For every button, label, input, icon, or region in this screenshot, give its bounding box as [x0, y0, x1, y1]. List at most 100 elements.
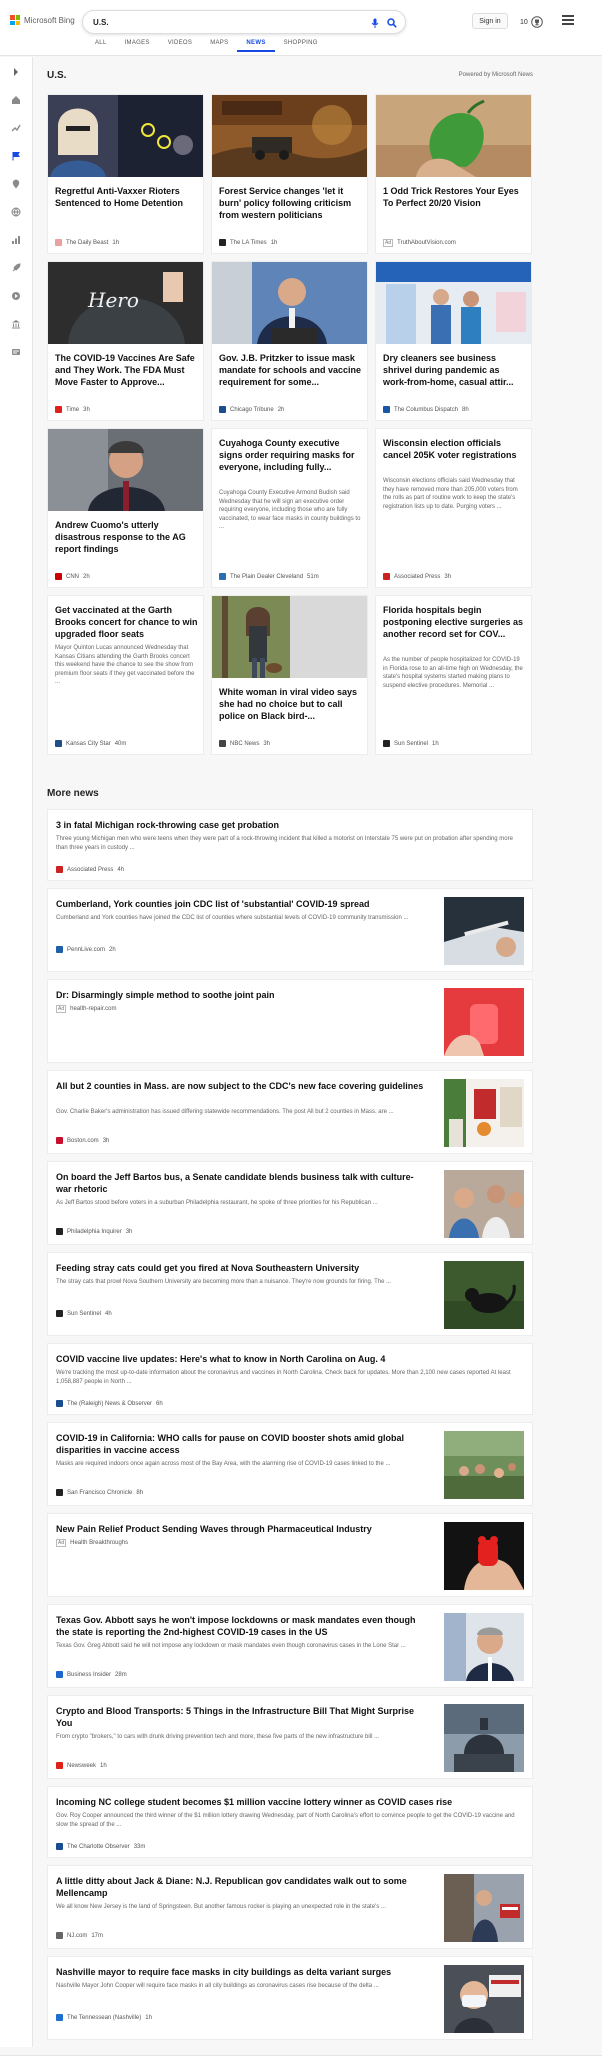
news-headline[interactable]: A little ditty about Jack & Diane: N.J. …	[56, 1875, 426, 1899]
news-headline[interactable]: Forest Service changes 'let it burn' pol…	[219, 185, 362, 221]
news-headline[interactable]: Crypto and Blood Transports: 5 Things in…	[56, 1705, 426, 1729]
news-headline[interactable]: Incoming NC college student becomes $1 m…	[56, 1796, 524, 1808]
news-source[interactable]: Newsweek 1h	[56, 1762, 107, 1769]
more-news-item[interactable]: Cumberland, York counties join CDC list …	[47, 888, 533, 972]
news-image[interactable]	[444, 1965, 524, 2033]
ad-headline[interactable]: New Pain Relief Product Sending Waves th…	[56, 1523, 426, 1535]
news-headline[interactable]: Florida hospitals begin postponing elect…	[383, 604, 526, 640]
news-image[interactable]	[444, 1874, 524, 1942]
politics-building-icon[interactable]	[11, 319, 21, 329]
tab-news[interactable]: NEWS	[237, 40, 275, 52]
technology-rocket-icon[interactable]	[11, 263, 21, 273]
news-image[interactable]	[212, 95, 367, 177]
ad-image[interactable]	[444, 1522, 524, 1590]
more-news-item[interactable]: Nashville mayor to require face masks in…	[47, 1956, 533, 2040]
news-source[interactable]: Associated Press 4h	[56, 866, 124, 873]
news-image[interactable]	[444, 1431, 524, 1499]
news-source[interactable]: The Daily Beast 1h	[55, 239, 119, 246]
news-headline[interactable]: The COVID-19 Vaccines Are Safe and They …	[55, 352, 198, 388]
expand-sidebar-icon[interactable]	[11, 67, 21, 77]
news-source[interactable]: Kansas City Star 40m	[55, 740, 126, 747]
more-topics-icon[interactable]	[11, 347, 21, 357]
microphone-icon[interactable]	[368, 16, 381, 29]
more-news-item[interactable]: A little ditty about Jack & Diane: N.J. …	[47, 1865, 533, 1949]
ad-image[interactable]	[376, 95, 531, 177]
news-headline[interactable]: Dry cleaners see business shrivel during…	[383, 352, 526, 388]
more-news-item[interactable]: Crypto and Blood Transports: 5 Things in…	[47, 1695, 533, 1779]
news-image[interactable]	[444, 1079, 524, 1147]
news-headline[interactable]: Get vaccinated at the Garth Brooks conce…	[55, 604, 198, 640]
location-pin-icon[interactable]	[11, 179, 21, 189]
news-source[interactable]: NBC News 3h	[219, 740, 270, 747]
trending-icon[interactable]	[11, 123, 21, 133]
more-news-item[interactable]: All but 2 counties in Mass. are now subj…	[47, 1070, 533, 1154]
bing-logo[interactable]: Microsoft Bing	[10, 15, 75, 25]
tab-maps[interactable]: MAPS	[201, 40, 237, 52]
news-headline[interactable]: Feeding stray cats could get you fired a…	[56, 1262, 426, 1274]
news-headline[interactable]: Wisconsin election officials cancel 205K…	[383, 437, 526, 461]
news-source[interactable]: San Francisco Chronicle 8h	[56, 1489, 143, 1496]
us-news-flag-icon[interactable]	[11, 151, 21, 161]
search-box[interactable]	[82, 10, 406, 34]
news-source[interactable]: The Columbus Dispatch 8h	[383, 406, 469, 413]
news-image[interactable]	[444, 1704, 524, 1772]
business-chart-icon[interactable]	[11, 235, 21, 245]
news-source[interactable]: Associated Press 3h	[383, 573, 451, 580]
search-icon[interactable]	[385, 16, 398, 29]
more-news-item[interactable]: COVID vaccine live updates: Here's what …	[47, 1343, 533, 1415]
tab-images[interactable]: IMAGES	[116, 40, 159, 52]
news-headline[interactable]: Gov. J.B. Pritzker to issue mask mandate…	[219, 352, 362, 388]
news-card[interactable]: White woman in viral video says she had …	[211, 595, 368, 755]
news-card[interactable]: Get vaccinated at the Garth Brooks conce…	[47, 595, 204, 755]
ad-headline[interactable]: Dr: Disarmingly simple method to soothe …	[56, 989, 426, 1001]
news-image[interactable]: Hero	[48, 262, 203, 344]
news-source[interactable]: The Charlotte Observer 33m	[56, 1843, 145, 1850]
more-news-item[interactable]: On board the Jeff Bartos bus, a Senate c…	[47, 1161, 533, 1245]
news-headline[interactable]: Regretful Anti-Vaxxer Rioters Sentenced …	[55, 185, 198, 209]
news-card[interactable]: Florida hospitals begin postponing elect…	[375, 595, 532, 755]
world-globe-icon[interactable]	[11, 207, 21, 217]
news-source[interactable]: The Plain Dealer Cleveland 51m	[219, 573, 319, 580]
ad-source[interactable]: Ad health-repair.com	[56, 1005, 116, 1013]
ad-source[interactable]: Ad Health Breakthroughs	[56, 1539, 128, 1547]
home-icon[interactable]	[11, 95, 21, 105]
rewards-button[interactable]: 10	[520, 16, 543, 28]
news-image[interactable]	[444, 1170, 524, 1238]
news-source[interactable]: Boston.com 3h	[56, 1137, 109, 1144]
news-card[interactable]: Regretful Anti-Vaxxer Rioters Sentenced …	[47, 94, 204, 254]
news-source[interactable]: Sun Sentinel 1h	[383, 740, 439, 747]
ad-source[interactable]: Ad TruthAboutVision.com	[383, 239, 456, 247]
news-card[interactable]: Andrew Cuomo's utterly disastrous respon…	[47, 428, 204, 588]
ad-item[interactable]: New Pain Relief Product Sending Waves th…	[47, 1513, 533, 1597]
news-headline[interactable]: On board the Jeff Bartos bus, a Senate c…	[56, 1171, 426, 1195]
news-image[interactable]	[444, 897, 524, 965]
news-source[interactable]: Chicago Tribune 2h	[219, 406, 284, 413]
news-card[interactable]: Forest Service changes 'let it burn' pol…	[211, 94, 368, 254]
hamburger-menu-icon[interactable]	[562, 15, 574, 25]
news-headline[interactable]: 3 in fatal Michigan rock-throwing case g…	[56, 819, 524, 831]
ad-headline[interactable]: 1 Odd Trick Restores Your Eyes To Perfec…	[383, 185, 526, 209]
news-source[interactable]: Philadelphia Inquirer 3h	[56, 1228, 132, 1235]
news-source[interactable]: The (Raleigh) News & Observer 6h	[56, 1400, 163, 1407]
news-card[interactable]: Wisconsin election officials cancel 205K…	[375, 428, 532, 588]
more-news-item[interactable]: Texas Gov. Abbott says he won't impose l…	[47, 1604, 533, 1688]
news-source[interactable]: NJ.com 17m	[56, 1932, 103, 1939]
news-headline[interactable]: Andrew Cuomo's utterly disastrous respon…	[55, 519, 198, 555]
tab-videos[interactable]: VIDEOS	[159, 40, 201, 52]
news-card[interactable]: Gov. J.B. Pritzker to issue mask mandate…	[211, 261, 368, 421]
news-card[interactable]: Dry cleaners see business shrivel during…	[375, 261, 532, 421]
more-news-item[interactable]: Incoming NC college student becomes $1 m…	[47, 1786, 533, 1858]
news-headline[interactable]: All but 2 counties in Mass. are now subj…	[56, 1080, 426, 1092]
more-news-item[interactable]: 3 in fatal Michigan rock-throwing case g…	[47, 809, 533, 881]
news-source[interactable]: Business Insider 28m	[56, 1671, 127, 1678]
ad-item[interactable]: Dr: Disarmingly simple method to soothe …	[47, 979, 533, 1063]
ad-card[interactable]: 1 Odd Trick Restores Your Eyes To Perfec…	[375, 94, 532, 254]
tab-shopping[interactable]: SHOPPING	[275, 40, 327, 52]
tab-all[interactable]: ALL	[86, 40, 116, 52]
news-headline[interactable]: Cuyahoga County executive signs order re…	[219, 437, 362, 473]
news-headline[interactable]: COVID-19 in California: WHO calls for pa…	[56, 1432, 426, 1456]
news-card[interactable]: Cuyahoga County executive signs order re…	[211, 428, 368, 588]
news-source[interactable]: Time 3h	[55, 406, 90, 413]
news-image[interactable]	[212, 262, 367, 344]
news-image[interactable]	[48, 95, 203, 177]
